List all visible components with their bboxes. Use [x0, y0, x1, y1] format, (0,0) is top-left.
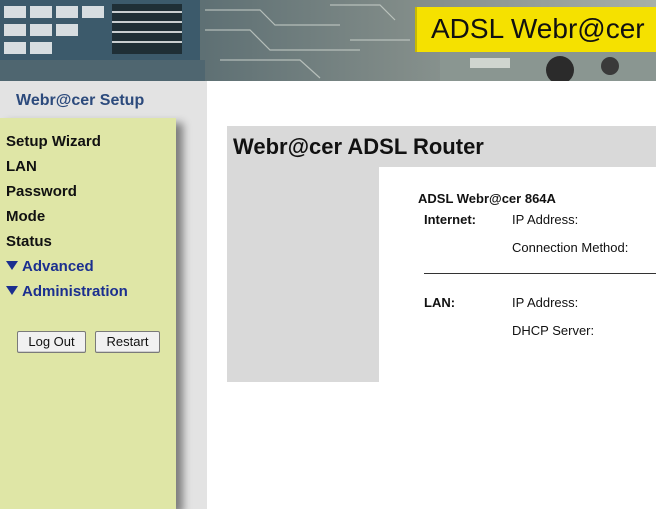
section-divider [424, 273, 656, 274]
nav-item-status[interactable]: Status [6, 233, 52, 250]
internet-connection-method-label: Connection Method: [512, 240, 629, 255]
sidebar: Webr@cer Setup Setup Wizard LAN Password… [0, 81, 207, 509]
nav-item-administration-label: Administration [22, 283, 128, 300]
nav-item-advanced[interactable]: Advanced [6, 258, 94, 275]
main-title-bar: Webr@cer ADSL Router [227, 126, 656, 167]
device-model: ADSL Webr@cer 864A [418, 191, 556, 206]
nav-item-password[interactable]: Password [6, 183, 77, 200]
product-name-box: ADSL Webr@cer [415, 7, 656, 52]
internet-section-label: Internet: [424, 212, 476, 227]
nav-panel: Setup Wizard LAN Password Mode Status Ad… [0, 118, 176, 509]
triangle-down-icon [6, 261, 18, 270]
lan-dhcp-server-label: DHCP Server: [512, 323, 595, 338]
lan-ip-label: IP Address: [512, 295, 579, 310]
logout-button[interactable]: Log Out [17, 331, 86, 353]
sidebar-title: Webr@cer Setup [16, 92, 145, 109]
nav-item-advanced-label: Advanced [22, 258, 94, 275]
internet-ip-label: IP Address: [512, 212, 579, 227]
triangle-down-icon [6, 286, 18, 295]
restart-button[interactable]: Restart [95, 331, 160, 353]
product-name: ADSL Webr@cer [431, 13, 645, 44]
content-side-panel [227, 167, 379, 382]
header-banner: ADSL Webr@cer [0, 0, 656, 81]
lan-section-label: LAN: [424, 295, 456, 310]
nav-item-lan[interactable]: LAN [6, 158, 37, 175]
nav-item-setup-wizard[interactable]: Setup Wizard [6, 133, 101, 150]
nav-item-mode[interactable]: Mode [6, 208, 45, 225]
page-title: Webr@cer ADSL Router [233, 134, 484, 159]
nav-item-administration[interactable]: Administration [6, 283, 128, 300]
